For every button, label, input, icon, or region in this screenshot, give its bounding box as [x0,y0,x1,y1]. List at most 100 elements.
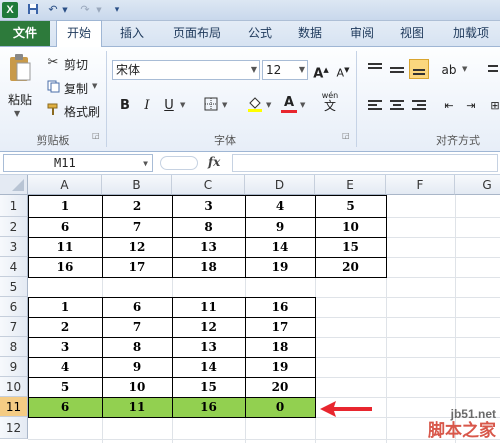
table-cell[interactable]: 9 [245,217,315,237]
table-cell[interactable]: 2 [102,195,172,217]
underline-button[interactable]: U [160,97,178,115]
table-cell[interactable]: 10 [102,377,172,397]
align-middle-icon[interactable] [388,61,406,79]
tab-formulas[interactable]: 公式 [242,21,278,46]
undo-dropdown-icon[interactable]: ▼ [58,3,72,17]
row-header-11[interactable]: 11 [0,397,28,417]
font-name-dropdown-icon[interactable]: ▼ [251,61,257,79]
increase-indent-icon[interactable]: ⇥ [462,97,480,115]
paste-button[interactable]: 粘贴 [8,91,32,108]
format-painter-button[interactable]: 格式刷 [64,103,100,120]
table-cell[interactable]: 14 [172,357,245,377]
table-cell[interactable]: 20 [315,257,386,277]
save-icon[interactable] [26,3,40,17]
paste-icon[interactable] [8,53,32,83]
merge-cells-icon[interactable]: ⊞ [486,97,500,115]
table-cell[interactable]: 18 [172,257,245,277]
format-painter-icon[interactable] [46,103,60,120]
table-cell[interactable]: 16 [245,297,315,317]
name-box[interactable]: M11 ▼ [3,154,153,172]
column-header-f[interactable]: F [386,175,455,195]
table-cell[interactable]: 13 [172,237,245,257]
table-cell[interactable]: 4 [28,357,102,377]
table-cell[interactable]: 17 [245,317,315,337]
table-cell[interactable]: 12 [102,237,172,257]
select-all-corner[interactable] [0,175,28,195]
tab-home[interactable]: 开始 [56,20,102,48]
table-cell[interactable]: 8 [102,337,172,357]
tab-view[interactable]: 视图 [394,21,430,46]
row-header-12[interactable]: 12 [0,417,28,439]
fill-color-icon[interactable] [246,95,264,113]
name-box-dropdown-icon[interactable]: ▼ [143,156,148,172]
font-name-combo[interactable]: 宋体 ▼ [112,60,260,80]
clipboard-launcher-icon[interactable]: ◲ [92,131,100,140]
table-cell[interactable]: 8 [172,217,245,237]
increase-font-icon[interactable]: A▲ [312,61,330,81]
row-header-1[interactable]: 1 [0,195,28,217]
tab-review[interactable]: 审阅 [344,21,380,46]
font-color-icon[interactable]: A [280,94,298,113]
table-cell[interactable]: 2 [28,317,102,337]
column-header-d[interactable]: D [245,175,315,195]
tab-page-layout[interactable]: 页面布局 [166,21,228,46]
copy-icon[interactable] [46,80,60,97]
table-cell[interactable]: 19 [245,257,315,277]
bold-button[interactable]: B [116,97,134,115]
row-header-8[interactable]: 8 [0,337,28,357]
cut-icon[interactable]: ✂ [46,56,60,70]
table-cell[interactable]: 10 [315,217,386,237]
decrease-font-icon[interactable]: A▼ [334,61,352,80]
paste-dropdown-icon[interactable]: ▼ [14,109,20,118]
row-header-3[interactable]: 3 [0,237,28,257]
font-color-dropdown-icon[interactable]: ▼ [300,101,305,109]
align-right-icon[interactable] [410,97,428,115]
table-cell[interactable]: 7 [102,217,172,237]
row-header-6[interactable]: 6 [0,297,28,317]
table-cell[interactable]: 12 [172,317,245,337]
align-center-icon[interactable] [388,97,406,115]
row-header-2[interactable]: 2 [0,217,28,237]
table-cell[interactable]: 20 [245,377,315,397]
italic-button[interactable]: I [138,97,156,115]
tab-file[interactable]: 文件 [0,21,50,46]
table-cell[interactable]: 1 [28,195,102,217]
column-header-a[interactable]: A [28,175,102,195]
customize-toolbar-icon[interactable]: ▾ [110,3,124,17]
tab-data[interactable]: 数据 [292,21,328,46]
column-header-e[interactable]: E [315,175,386,195]
row-header-7[interactable]: 7 [0,317,28,337]
row-header-9[interactable]: 9 [0,357,28,377]
decrease-indent-icon[interactable]: ⇤ [440,97,458,115]
table-cell[interactable]: 19 [245,357,315,377]
redo-icon[interactable]: ↷ [78,3,92,17]
column-header-b[interactable]: B [102,175,172,195]
table-cell[interactable]: 5 [315,195,386,217]
font-size-combo[interactable]: 12 ▼ [262,60,308,80]
highlighted-cell[interactable]: 0 [245,397,315,417]
cut-button[interactable]: 剪切 [64,56,88,73]
align-left-icon[interactable] [366,97,384,115]
font-launcher-icon[interactable]: ◲ [342,131,350,140]
highlighted-cell[interactable]: 11 [102,397,172,417]
column-header-g[interactable]: G [455,175,500,195]
row-header-5[interactable]: 5 [0,277,28,297]
table-cell[interactable]: 17 [102,257,172,277]
formula-input[interactable] [232,154,498,172]
copy-button[interactable]: 复制 [64,80,88,97]
tab-addins[interactable]: 加载项 [446,21,496,46]
row-header-4[interactable]: 4 [0,257,28,277]
worksheet-grid[interactable]: ABCDEFG 1 2 3 4 5 6 7 8 9 10 11 12 1 2 3 4 5 6 7 8 9 10 11 12 1… [0,175,500,443]
redo-dropdown-icon[interactable]: ▼ [92,3,106,17]
table-cell[interactable]: 3 [172,195,245,217]
table-cell[interactable]: 13 [172,337,245,357]
column-header-c[interactable]: C [172,175,245,195]
table-cell[interactable]: 15 [315,237,386,257]
table-cell[interactable]: 7 [102,317,172,337]
fill-color-dropdown-icon[interactable]: ▼ [266,101,271,109]
table-cell[interactable]: 1 [28,297,102,317]
borders-icon[interactable] [202,97,220,115]
table-cell[interactable]: 11 [172,297,245,317]
phonetic-guide-icon[interactable]: wén 文 [318,91,342,117]
orientation-icon[interactable]: ab [440,61,458,79]
